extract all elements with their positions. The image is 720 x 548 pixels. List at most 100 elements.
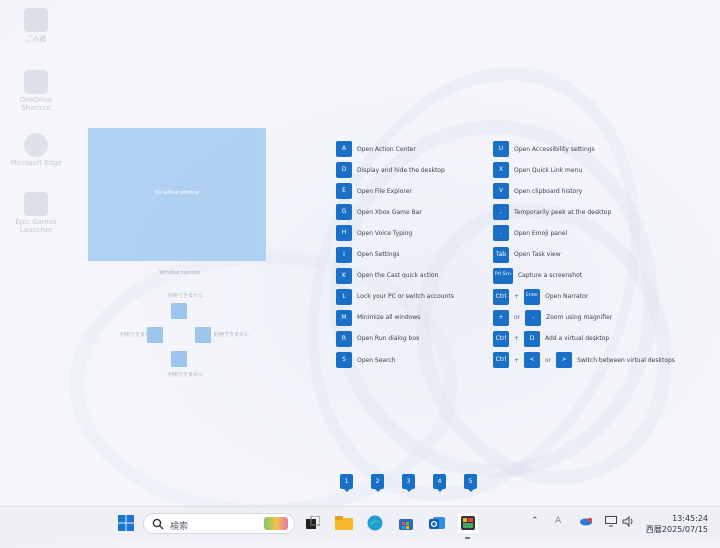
- shortcut-row: Tab Open Task view: [493, 246, 561, 263]
- shortcut-key: Ctrl: [493, 288, 509, 305]
- desktop-icon-onedrive[interactable]: OneDrive Shortcut: [10, 70, 62, 112]
- shortcut-row: G Open Xbox Game Bar: [336, 204, 422, 221]
- arrow-down-label: 利用できません: [168, 372, 203, 378]
- virtual-desktop-2[interactable]: 2: [371, 474, 384, 492]
- shortcut-label: Lock your PC or switch accounts: [357, 293, 454, 301]
- edge-button[interactable]: [365, 513, 385, 533]
- recycle-bin-icon: [24, 8, 48, 32]
- volume-icon[interactable]: [622, 515, 635, 530]
- shortcut-key: <: [524, 352, 541, 368]
- task-view-icon: [306, 516, 320, 529]
- tray-overflow-chevron-icon[interactable]: ⌃: [531, 516, 539, 526]
- cloud-icon: [580, 517, 593, 526]
- virtual-desktop-4[interactable]: 4: [433, 474, 446, 492]
- desktop-icon-recycle-bin[interactable]: ごみ箱: [10, 8, 62, 44]
- shortcut-label: Open Emoji panel: [514, 229, 568, 237]
- active-app-indicator: [465, 537, 470, 539]
- arrow-right-label: 利用できません: [214, 332, 249, 338]
- shortcut-key: G: [336, 204, 352, 221]
- shortcut-key: S: [336, 352, 352, 368]
- shortcut-key: A: [336, 141, 352, 157]
- epic-games-icon: [24, 192, 48, 216]
- shortcut-label: Zoom using magnifier: [546, 314, 613, 322]
- shortcut-key: I: [336, 246, 352, 263]
- desktop-icon-label: Microsoft Edge: [10, 159, 62, 167]
- shortcut-row: K Open the Cast quick action: [336, 267, 439, 284]
- shortcut-key: X: [493, 162, 509, 179]
- shortcut-row: S Open Search: [336, 352, 396, 368]
- virtual-desktop-1[interactable]: 1: [340, 474, 353, 492]
- shortcut-label: Open Xbox Game Bar: [357, 208, 422, 216]
- shortcut-label: Open Settings: [357, 251, 400, 258]
- shortcut-row: . Open Emoji panel: [493, 225, 568, 242]
- file-explorer-button[interactable]: [334, 513, 354, 533]
- shortcut-label: Open File Explorer: [357, 187, 412, 195]
- search-placeholder: 検索: [170, 522, 189, 532]
- shortcut-row: V Open clipboard history: [493, 183, 582, 200]
- microsoft-store-button[interactable]: [396, 513, 416, 533]
- shortcut-label: Open Quick Link menu: [514, 166, 583, 174]
- windows-logo-icon: [118, 515, 134, 531]
- shortcut-row: , Temporarily peek at the desktop: [493, 204, 611, 221]
- shortcut-key: >: [556, 352, 573, 368]
- shortcut-label: Open the Cast quick action: [357, 272, 439, 280]
- shortcut-key: U: [493, 141, 509, 157]
- shortcut-key: Ctrl: [493, 330, 509, 347]
- ime-indicator[interactable]: A: [555, 516, 561, 526]
- shortcut-row: D Display and hide the desktop: [336, 162, 445, 179]
- shortcut-separator: +: [514, 293, 520, 301]
- shortcut-key: E: [336, 183, 352, 200]
- shortcut-label: Add a virtual desktop: [545, 335, 610, 343]
- shortcut-label: Open Search: [357, 356, 396, 364]
- shortcut-key: Prt Scn: [493, 267, 513, 284]
- shortcut-label: Open Run dialog box: [357, 335, 420, 343]
- shortcut-row: A Open Action Center: [336, 141, 416, 157]
- desktop-icon-edge[interactable]: Microsoft Edge: [10, 133, 62, 167]
- shortcut-row: Ctrl + D Add a virtual desktop: [493, 330, 610, 347]
- shortcut-key: Enter: [524, 288, 541, 305]
- onedrive-shortcut-icon: [24, 70, 48, 94]
- window-preview: No active window: [88, 128, 266, 261]
- shortcut-row: E Open File Explorer: [336, 183, 412, 200]
- clock-time: 13:45:24: [672, 514, 708, 523]
- shortcut-key: Tab: [493, 246, 509, 263]
- taskbar-search-box[interactable]: 検索: [143, 513, 295, 534]
- shortcut-label: Display and hide the desktop: [357, 166, 445, 174]
- arrow-up-label: 利用できません: [168, 293, 203, 299]
- arrow-right-key: [195, 327, 211, 343]
- active-app-button[interactable]: [458, 513, 478, 533]
- shortcut-label: Open Action Center: [357, 145, 416, 153]
- virtual-desktop-3[interactable]: 3: [402, 474, 415, 492]
- taskbar-clock[interactable]: 13:45:24 西暦2025/07/15: [646, 513, 708, 535]
- desktop-icon-epic-games[interactable]: Epic Games Launcher: [10, 192, 62, 234]
- shortcut-label: Minimize all windows: [357, 314, 421, 322]
- shortcut-label: Open Voice Typing: [357, 229, 413, 237]
- task-view-button[interactable]: [303, 513, 323, 533]
- virtual-desktop-5[interactable]: 5: [464, 474, 477, 492]
- shortcut-row: + or - Zoom using magnifier: [493, 309, 613, 326]
- desktop-icon-label: ごみ箱: [25, 35, 47, 43]
- shortcut-key: V: [493, 183, 509, 200]
- window-controls-title: Window controls: [159, 270, 201, 276]
- outlook-button[interactable]: [427, 513, 447, 533]
- shortcut-key: D: [524, 330, 541, 347]
- onedrive-tray-icon[interactable]: [579, 516, 593, 529]
- shortcut-key: .: [493, 225, 509, 242]
- shortcut-label: Switch between virtual desktops: [577, 356, 675, 364]
- shortcut-row: Ctrl + < or > Switch between virtual desktops: [493, 352, 675, 368]
- monitor-icon: [605, 516, 617, 527]
- shortcut-separator: +: [514, 356, 520, 364]
- shortcut-row: X Open Quick Link menu: [493, 162, 583, 179]
- shortcut-row: R Open Run dialog box: [336, 330, 420, 347]
- network-icon[interactable]: [605, 516, 617, 530]
- shortcut-key: D: [336, 162, 352, 179]
- speaker-icon: [622, 515, 633, 528]
- start-button[interactable]: [116, 513, 136, 533]
- outlook-icon: [429, 517, 445, 529]
- shortcut-key: K: [336, 267, 352, 284]
- clock-date: 西暦2025/07/15: [645, 525, 708, 534]
- desktop-icon-label: OneDrive Shortcut: [19, 96, 53, 112]
- shortcut-label: Capture a screenshot: [517, 272, 583, 280]
- shortcut-separator: or: [545, 356, 552, 364]
- shortcut-row: Prt Scn Capture a screenshot: [493, 267, 583, 284]
